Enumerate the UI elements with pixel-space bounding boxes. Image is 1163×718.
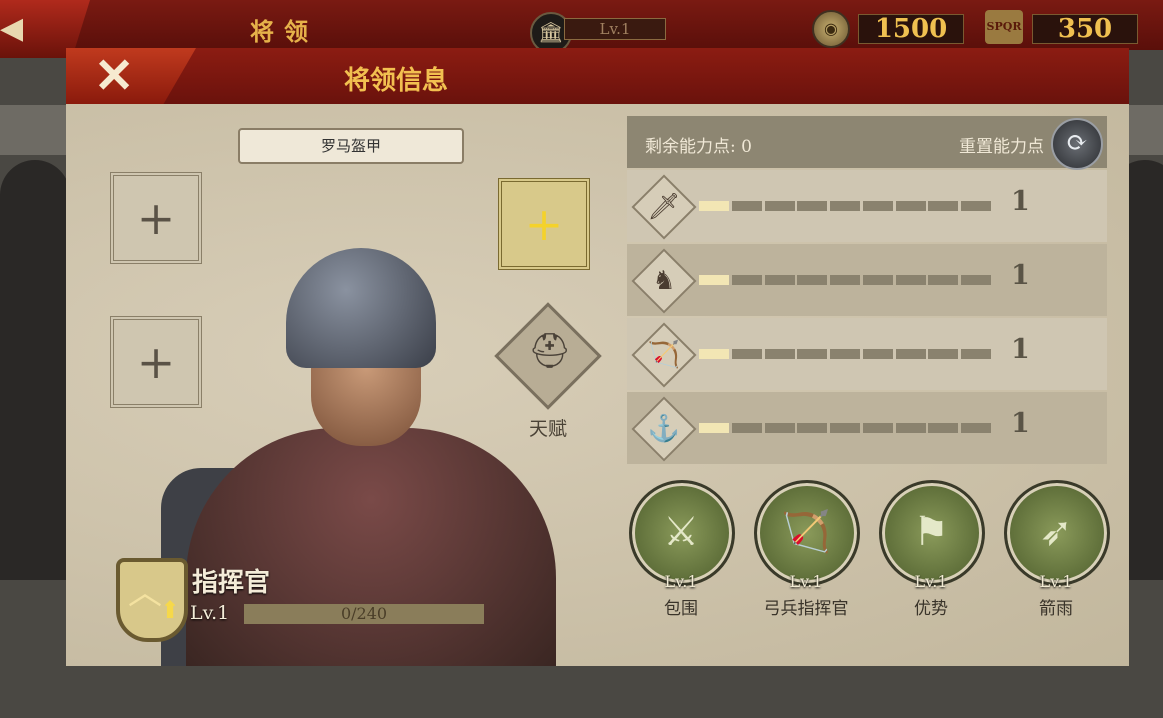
- stat-segment-empty: [830, 201, 860, 211]
- stat-segment-empty: [862, 201, 893, 211]
- screen-title: 将领: [250, 17, 318, 46]
- rank-name: 指挥官: [192, 568, 271, 598]
- stat-segment-empty: [797, 423, 828, 433]
- stat-segment-empty: [928, 275, 959, 285]
- stat-row-navy: ⚓ 1: [627, 392, 1107, 464]
- bow-commander-icon: 🏹: [781, 509, 831, 555]
- talent-label: 天赋: [528, 418, 567, 440]
- stat-segment-empty: [830, 423, 860, 433]
- stat-segment-empty: [731, 275, 762, 285]
- stat-segment-empty: [764, 423, 795, 433]
- stat-segment-empty: [797, 275, 828, 285]
- stat-segment-empty: [928, 349, 959, 359]
- stat-segment-empty: [797, 349, 828, 359]
- stat-segment-empty: [862, 349, 893, 359]
- remaining-points: 剩余能力点: 0: [645, 137, 752, 157]
- skill-name: 优势: [914, 599, 948, 619]
- experience-bar: 0/240: [244, 604, 484, 624]
- stat-segment-filled: [699, 349, 729, 359]
- panel-header: 将领信息: [66, 48, 1129, 104]
- stat-segment-empty: [830, 275, 860, 285]
- stat-segment-filled: [699, 275, 729, 285]
- skill-name: 包围: [664, 599, 698, 619]
- equipment-slot-2[interactable]: +: [110, 316, 202, 408]
- reset-points-label: 重置能力点: [959, 137, 1044, 157]
- stat-segment-empty: [731, 423, 762, 433]
- stat-segment-empty: [862, 423, 893, 433]
- skill-level: Lv.1: [664, 572, 698, 591]
- stat-row-attack: 🗡 1: [627, 170, 1107, 242]
- stat-progress: [699, 275, 991, 285]
- skill-name: 弓兵指挥官: [763, 599, 849, 619]
- armor-name[interactable]: 罗马盔甲: [238, 128, 464, 164]
- back-arrow-icon: ◀: [0, 11, 24, 46]
- stat-segment-empty: [895, 275, 926, 285]
- arrow-rain-icon: ➶: [1039, 509, 1073, 555]
- close-icon: ✕: [94, 48, 135, 104]
- stat-segment-empty: [961, 423, 991, 433]
- stat-segment-filled: [699, 201, 729, 211]
- experience-text: 0/240: [340, 604, 388, 623]
- skill-level: Lv.1: [789, 572, 823, 591]
- general-info-panel: 将领信息 ✕ 罗马盔甲 + + + ⛑ 天赋 ︿ ⬆ 指挥官 Lv.1 0/24…: [66, 48, 1129, 666]
- plus-icon: +: [524, 197, 564, 251]
- helmet-icon: ⛑: [528, 331, 572, 371]
- token-count[interactable]: 350: [1032, 14, 1138, 44]
- coin-icon: ◉: [812, 10, 850, 48]
- stat-segment-empty: [895, 349, 926, 359]
- chevron-rank-icon: ︿: [128, 573, 162, 613]
- skill-level: Lv.1: [1039, 572, 1073, 591]
- castle-level-text: Lv.1: [564, 18, 666, 40]
- stat-segment-empty: [862, 275, 893, 285]
- stat-segment-empty: [928, 201, 959, 211]
- horse-icon: ♞: [652, 266, 676, 296]
- anchor-icon: ⚓: [647, 414, 681, 444]
- castle-level[interactable]: 🏛 Lv.1: [530, 12, 668, 54]
- stat-value: 1: [1011, 260, 1030, 291]
- stat-progress: [699, 349, 991, 359]
- stat-value: 1: [1011, 408, 1030, 439]
- stat-segment-empty: [764, 201, 795, 211]
- coin-count[interactable]: 1500: [858, 14, 964, 44]
- stat-segment-empty: [961, 275, 991, 285]
- skill-level: Lv.1: [914, 572, 948, 591]
- stat-progress: [699, 201, 991, 211]
- skill-name: 箭雨: [1039, 599, 1073, 619]
- plus-icon: +: [136, 191, 176, 245]
- refresh-icon: ⟳: [1066, 128, 1088, 158]
- stat-segment-empty: [895, 423, 926, 433]
- plus-icon: +: [136, 335, 176, 389]
- general-level: Lv.1: [190, 602, 230, 624]
- stat-segment-empty: [797, 201, 828, 211]
- bow-icon: 🏹: [647, 340, 681, 370]
- stat-segment-empty: [764, 275, 795, 285]
- sword-icon: 🗡: [647, 192, 681, 222]
- stat-value: 1: [1011, 186, 1030, 217]
- stat-row-archery: 🏹 1: [627, 318, 1107, 390]
- equipment-slot-3[interactable]: +: [498, 178, 590, 270]
- stat-segment-empty: [830, 349, 860, 359]
- stat-segment-empty: [731, 201, 762, 211]
- stat-segment-empty: [731, 349, 762, 359]
- spqr-banner-icon: SPQR: [985, 10, 1023, 44]
- general-armor-image: [186, 428, 556, 666]
- stat-segment-empty: [895, 201, 926, 211]
- stat-segment-empty: [961, 349, 991, 359]
- stat-segment-empty: [928, 423, 959, 433]
- encircle-icon: ⚔: [663, 509, 699, 555]
- stat-segment-empty: [764, 349, 795, 359]
- stat-segment-filled: [699, 423, 729, 433]
- stat-segment-empty: [961, 201, 991, 211]
- equipment-slot-1[interactable]: +: [110, 172, 202, 264]
- stat-value: 1: [1011, 334, 1030, 365]
- advantage-icon: ⚑: [913, 509, 949, 555]
- background-figure-left: [0, 160, 70, 580]
- stat-row-cavalry: ♞ 1: [627, 244, 1107, 316]
- reset-points-button[interactable]: ⟳: [1051, 118, 1103, 170]
- ability-points-header: 剩余能力点: 0 重置能力点 ⟳: [627, 116, 1107, 170]
- arrow-up-icon: ⬆: [160, 596, 181, 624]
- stat-progress: [699, 423, 991, 433]
